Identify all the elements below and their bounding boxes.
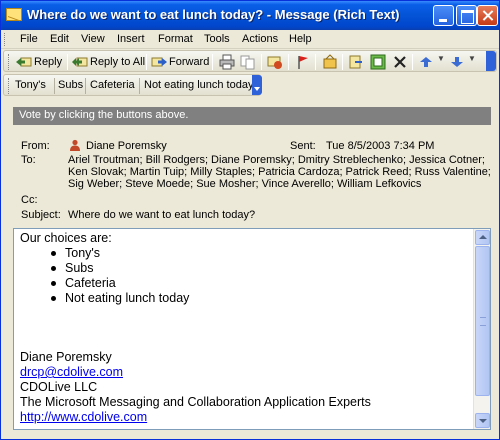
bullet-icon [51,251,56,256]
maximize-button[interactable] [456,5,477,26]
menu-view[interactable]: View [81,33,105,45]
address-book-icon[interactable] [322,54,338,70]
previous-dropdown-icon[interactable]: ▼ [437,54,445,63]
move-icon[interactable] [348,54,364,70]
menu-grip[interactable] [4,33,7,46]
next-icon[interactable] [449,54,465,70]
subject-label: Subject: [21,209,61,221]
menu-tools[interactable]: Tools [204,33,230,45]
forward-icon [151,57,167,67]
minimize-button[interactable] [433,5,454,26]
reply-label: Reply [34,56,63,68]
choice-item: Not eating lunch today [65,291,190,305]
reply-icon [16,57,32,67]
flag-icon[interactable] [295,54,311,70]
signature-email-link[interactable]: drcp@cdolive.com [20,365,123,379]
toolbar-separator [146,54,147,70]
signature-tagline: The Microsoft Messaging and Collaboratio… [20,395,371,409]
sent-label: Sent: [290,140,316,152]
to-recipients-line[interactable]: Ariel Troutman; Bill Rodgers; Diane Pore… [68,154,485,166]
vote-button-not-eating[interactable]: Not eating lunch today [144,79,253,91]
categories-icon[interactable] [267,54,283,70]
forward-label: Forward [169,56,210,68]
close-button[interactable] [477,5,498,26]
contact-icon[interactable] [69,139,81,151]
reply-all-icon [72,57,88,67]
menu-bar: File Edit View Insert Format Tools Actio… [1,30,499,49]
voting-grip[interactable] [8,78,9,94]
to-recipients-line[interactable]: Ken Slovak; Martin Tuip; Milly Staples; … [68,166,491,178]
menu-help[interactable]: Help [289,33,312,45]
window-title: Where do we want to eat lunch today? - M… [27,7,400,22]
message-window: Where do we want to eat lunch today? - M… [0,0,500,440]
subject-value: Where do we want to eat lunch today? [68,209,256,221]
vote-button-tonys[interactable]: Tony's [15,79,46,91]
voting-toolbar: Tony's Subs Cafeteria Not eating lunch t… [3,74,262,96]
reply-button[interactable]: Reply [16,54,62,70]
info-bar: Vote by clicking the buttons above. [13,107,491,125]
menu-insert[interactable]: Insert [117,33,145,45]
menu-file[interactable]: File [20,33,38,45]
vote-button-subs[interactable]: Subs [58,79,83,91]
menu-edit[interactable]: Edit [50,33,69,45]
toolbar-grip[interactable] [8,54,11,70]
reply-all-label: Reply to All [90,56,146,68]
toolbar-separator [315,54,316,70]
bullet-icon [51,266,56,271]
choice-item: Cafeteria [65,276,116,290]
from-value[interactable]: Diane Poremsky [86,140,167,152]
body-intro: Our choices are: [20,231,112,245]
voting-separator [54,78,55,94]
vote-button-cafeteria[interactable]: Cafeteria [90,79,135,91]
forward-button[interactable]: Forward [151,54,209,70]
to-recipients-line[interactable]: Sig Weber; Steve Moede; Sue Mosher; Vinc… [68,178,421,190]
toolbar-separator [288,54,289,70]
print-icon[interactable] [219,54,235,70]
from-label: From: [21,140,50,152]
menu-actions[interactable]: Actions [242,33,278,45]
signature-url-link[interactable]: http://www.cdolive.com [20,410,147,424]
envelope-icon [6,8,22,21]
title-bar[interactable]: Where do we want to eat lunch today? - M… [1,1,499,30]
cc-label: Cc: [21,194,38,206]
signature-name: Diane Poremsky [20,350,112,364]
bullet-icon [51,296,56,301]
scroll-up-arrow-icon[interactable] [475,230,490,245]
to-label: To: [21,154,36,166]
copy-icon[interactable] [240,54,256,70]
choice-item: Subs [65,261,94,275]
rules-icon[interactable] [370,54,386,70]
scrollbar-thumb[interactable] [475,246,490,396]
next-dropdown-icon[interactable]: ▼ [468,54,476,63]
previous-icon[interactable] [418,54,434,70]
reply-all-button[interactable]: Reply to All [72,54,145,70]
sent-value: Tue 8/5/2003 7:34 PM [326,140,435,152]
standard-toolbar: Reply Reply to All Forward ▼ ▼ [3,50,497,72]
toolbar-separator [342,54,343,70]
voting-separator [85,78,86,94]
delete-icon[interactable] [392,54,408,70]
toolbar-separator [261,54,262,70]
signature-company: CDOLive LLC [20,380,98,394]
toolbar-separator [67,54,68,70]
choice-item: Tony's [65,246,101,260]
voting-options-button[interactable] [252,75,262,95]
menu-format[interactable]: Format [158,33,193,45]
voting-separator [139,78,140,94]
scroll-down-arrow-icon[interactable] [475,413,490,428]
bullet-icon [51,281,56,286]
message-body[interactable]: Our choices are: Tony's Subs Cafeteria N… [13,228,491,430]
toolbar-options-button[interactable] [486,51,496,71]
toolbar-separator [412,54,413,70]
vertical-scrollbar[interactable] [473,229,490,429]
toolbar-separator [212,54,213,70]
